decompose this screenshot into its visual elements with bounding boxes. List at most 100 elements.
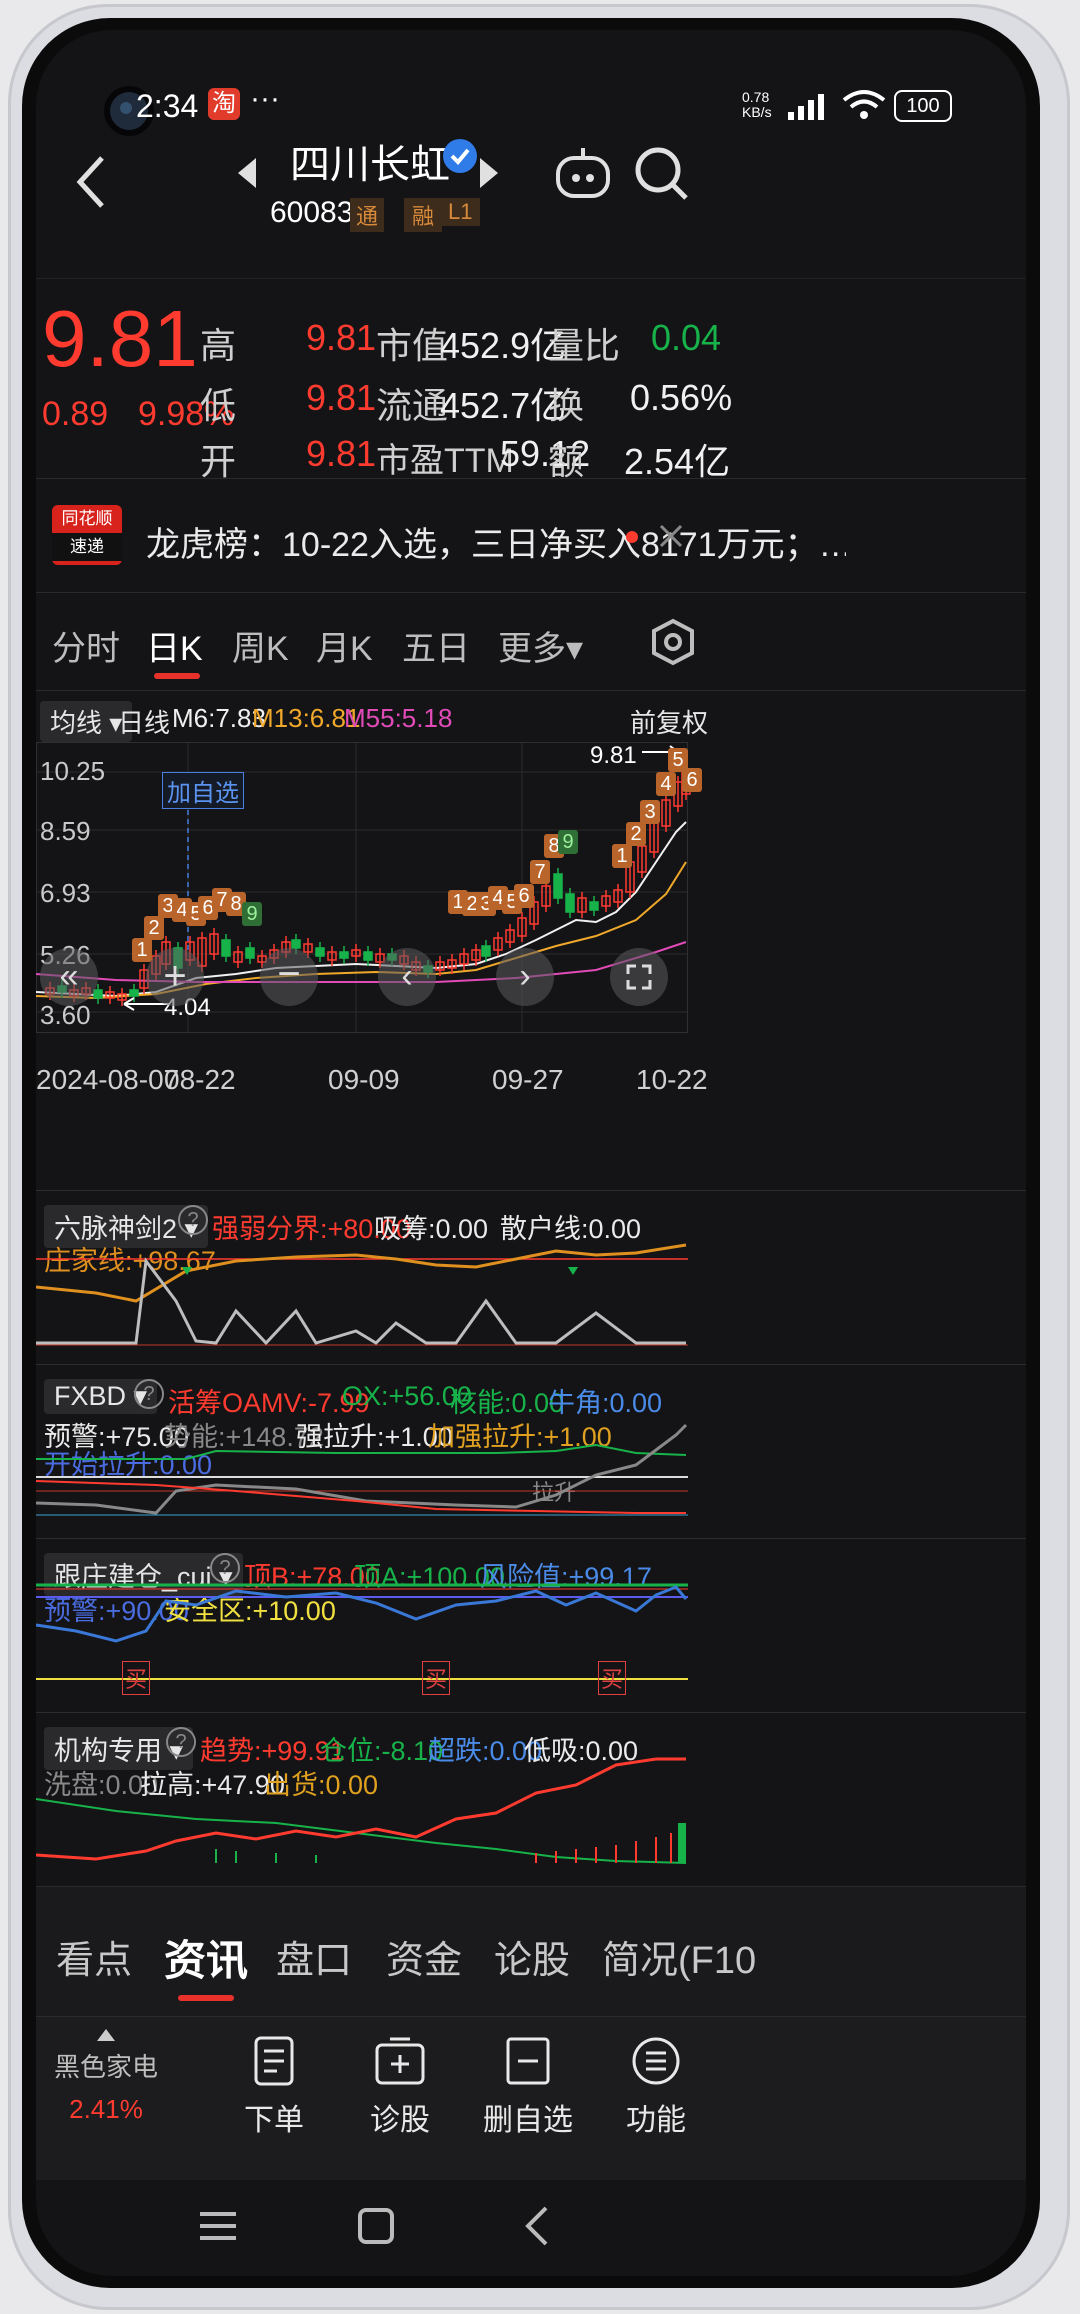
back-icon[interactable] [72,152,112,212]
signal-icon [788,94,824,120]
content-tabs: 看点 资讯 盘口 资金 论股 简况(F10 [36,1886,1026,2017]
daily-label: 日线 [118,708,171,738]
y-tick-6.93: 6.93 [40,878,91,908]
follow-dealer-plot [36,1583,688,1680]
remove-watch-icon [506,2037,550,2085]
zoom-out-button[interactable]: − [260,948,318,1006]
action-bar: 黑色家电 2.41% 下单 诊股 删自选 功能 [36,2016,1026,2181]
low-value: 9.81 [306,377,377,418]
function-label: 功能 [626,2104,686,2137]
diagnose-button[interactable]: 诊股 [340,2035,460,2139]
vr-value: 0.04 [651,317,722,358]
institution-plot [36,1757,687,1864]
margin-tag: 融 [404,198,443,232]
system-nav-bar [36,2180,1026,2276]
tab-profile-f10[interactable]: 简况(F10 [602,1929,756,1984]
order-button[interactable]: 下单 [214,2035,334,2139]
tab-highlights[interactable]: 看点 [56,1929,132,1984]
tab-news[interactable]: 资讯 [164,1927,248,1988]
x-tick-0927: 09-27 [492,1064,564,1095]
x-tick-0822: 08-22 [164,1064,236,1095]
tab-discussion[interactable]: 论股 [494,1929,570,1984]
mcap-label: 市值 [376,325,449,366]
news-ticker[interactable]: 同花顺 速递 龙虎榜：10-22入选，三日净买入8171万元；… [36,478,1026,593]
x-tick-0909: 09-09 [328,1064,400,1095]
td-count-4: 4 [656,772,676,796]
turnover-label: 换 [548,385,585,426]
search-icon[interactable] [632,144,692,204]
indicator-follow-dealer[interactable]: 跟庄建仓_cui ▾ ? 顶B:+78.00 顶A:+100.00 风险值:+9… [36,1538,1026,1709]
robot-icon[interactable] [552,144,614,202]
news-unread-dot [626,531,638,543]
sector-change: 2.41% [69,2094,143,2124]
remove-watch-button[interactable]: 删自选 [468,2035,588,2139]
period-tabs: 分时 日K 周K 月K 五日 更多▾ [36,592,1026,689]
taobao-icon: 淘 [208,88,240,120]
prev-stock-icon[interactable] [234,156,260,190]
wifi-icon [842,90,886,119]
pe-label: 市盈TTM [376,442,514,480]
verified-icon [443,139,477,173]
screen: 2:34 淘 ··· 0.78 KB/s 100 四川长虹 600839 通 融… [36,30,1026,2276]
scroll-left-button[interactable]: « [40,948,98,1006]
status-bar: 2:34 淘 ··· 0.78 KB/s 100 [36,30,1026,130]
td-count-1: 1 [612,844,632,868]
kline-chart[interactable]: 10.25 8.59 6.93 5.26 3.60 加自选 9.81 4.04 … [36,742,1026,1142]
price-change: 0.89 [42,395,109,433]
recents-icon[interactable] [196,2206,240,2246]
high-label: 高 [200,325,237,366]
content-tab-indicator [178,1995,234,2001]
tab-orderbook[interactable]: 盘口 [276,1929,352,1984]
td-count-2: 2 [144,916,164,940]
close-icon[interactable] [658,523,684,549]
indicator-institution[interactable]: 机构专用 ▾ ? 趋势:+99.91 仓位:-8.10 超跌:0.00 低吸:0… [36,1712,1026,1883]
tab-more[interactable]: 更多▾ [498,621,583,670]
tab-intraday[interactable]: 分时 [52,621,120,670]
ma-legend: 均线 ▾ 日线 M6:7.83 M13:6.81 M55:5.18 前复权 [36,690,1026,742]
step-left-button[interactable]: ‹ [378,948,436,1006]
sector-button[interactable]: 黑色家电 2.41% [46,2029,166,2125]
back-nav-icon[interactable] [518,2202,554,2250]
buy-signal-3: 买 [598,1661,627,1695]
adjust-mode[interactable]: 前复权 [630,703,708,740]
y-tick-10.25: 10.25 [40,756,106,786]
tab-monthly-k[interactable]: 月K [316,621,373,670]
liumai-plot [36,1243,688,1346]
td-count-6: 6 [514,884,534,908]
tab-capital[interactable]: 资金 [386,1929,462,1984]
vr-label: 量比 [548,325,621,366]
settings-hex-icon[interactable] [648,617,698,667]
indicator-liumai[interactable]: 六脉神剑2 ▾ ? 强弱分界:+80.00 吸筹:0.00 散户线:0.00 庄… [36,1190,1026,1361]
next-stock-icon[interactable] [476,156,502,190]
low-label: 低 [200,385,237,426]
add-watch-marker[interactable]: 加自选 [162,772,244,809]
indicator-fxbd[interactable]: FXBD ▾ ? 活筹OAMV:-7.99 OX:+56.00 核能:0.00 … [36,1364,1026,1535]
ths-logo: 同花顺 速递 [52,505,122,565]
function-button[interactable]: 功能 [596,2035,716,2139]
fullscreen-icon [626,964,652,990]
y-tick-8.59: 8.59 [40,816,91,846]
home-icon[interactable] [354,2204,398,2248]
zoom-in-button[interactable]: + [146,948,204,1006]
tab-weekly-k[interactable]: 周K [232,621,289,670]
high-value: 9.81 [306,317,377,358]
fullscreen-button[interactable] [610,948,668,1006]
tab-five-day[interactable]: 五日 [402,621,470,670]
stock-name: 四川长虹 [290,143,450,187]
td-count-2: 2 [626,822,646,846]
float-label: 流通 [376,385,449,426]
news-text[interactable]: 龙虎榜：10-22入选，三日净买入8171万元；… [146,517,846,566]
remove-watch-label: 删自选 [483,2104,573,2137]
order-icon [254,2036,294,2086]
diagnose-icon [375,2037,425,2085]
fxbd-plot [36,1423,688,1516]
max-price-label: 9.81 [590,742,637,769]
td-count-1: 1 [132,938,152,962]
step-right-button[interactable]: › [496,948,554,1006]
x-tick-1022: 10-22 [636,1064,708,1095]
td-count-6: 6 [682,768,702,792]
more-dots: ··· [250,82,280,115]
buy-signal-1: 买 [122,1661,151,1695]
open-value: 9.81 [306,433,377,474]
tab-daily-k[interactable]: 日K [146,621,203,670]
